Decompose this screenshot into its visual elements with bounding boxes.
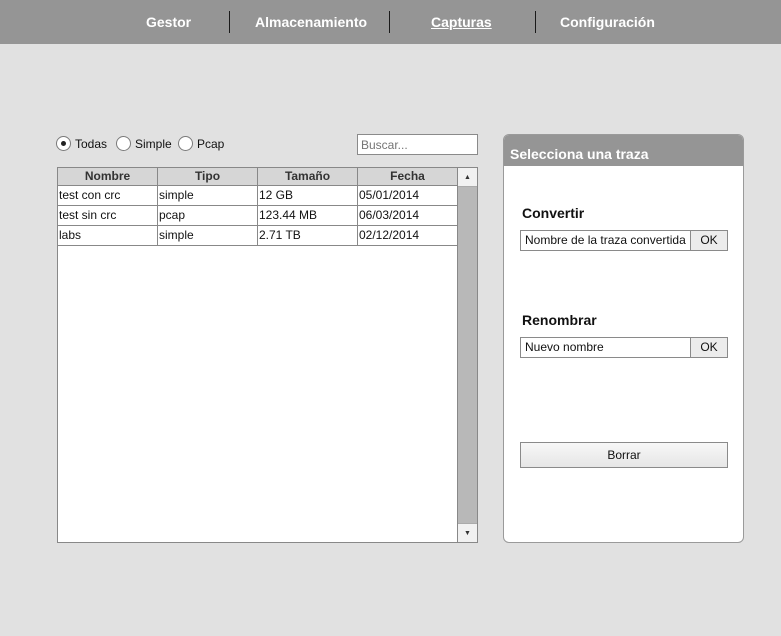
scroll-down-icon[interactable]: ▼ — [458, 523, 477, 542]
cell-tamano: 123.44 MB — [258, 206, 358, 225]
convert-title: Convertir — [522, 205, 585, 221]
nav-separator — [535, 11, 536, 33]
rename-title: Renombrar — [522, 312, 597, 328]
column-header-tamano[interactable]: Tamaño — [258, 168, 358, 185]
nav-item-almacenamiento[interactable]: Almacenamiento — [255, 14, 367, 30]
scroll-up-icon[interactable]: ▲ — [458, 168, 477, 187]
cell-nombre: labs — [58, 226, 158, 245]
radio-label: Todas — [75, 136, 108, 151]
cell-tipo: pcap — [158, 206, 258, 225]
nav-item-gestor[interactable]: Gestor — [146, 14, 191, 30]
cell-tamano: 2.71 TB — [258, 226, 358, 245]
trace-actions-panel: Selecciona una traza Convertir Nombre de… — [503, 134, 744, 543]
cell-nombre: test sin crc — [58, 206, 158, 225]
table-row[interactable]: labs simple 2.71 TB 02/12/2014 — [58, 226, 458, 246]
table-scrollbar[interactable]: ▲ ▼ — [457, 168, 477, 542]
new-name-field[interactable]: Nuevo nombre — [520, 337, 691, 358]
radio-pcap[interactable]: Pcap — [178, 136, 224, 151]
radio-label: Pcap — [197, 136, 225, 151]
radio-checked-icon[interactable] — [56, 136, 71, 151]
nav-separator — [389, 11, 390, 33]
nav-item-capturas[interactable]: Capturas — [431, 14, 492, 30]
radio-unchecked-icon[interactable] — [116, 136, 131, 151]
table-row[interactable]: test con crc simple 12 GB 05/01/2014 — [58, 186, 458, 206]
scroll-thumb[interactable] — [458, 187, 477, 523]
radio-simple[interactable]: Simple — [116, 136, 172, 151]
cell-fecha: 06/03/2014 — [358, 206, 458, 225]
cell-tipo: simple — [158, 186, 258, 205]
cell-tipo: simple — [158, 226, 258, 245]
nav-separator — [229, 11, 230, 33]
radio-label: Simple — [135, 136, 172, 151]
table-header: Nombre Tipo Tamaño Fecha — [58, 168, 458, 186]
radio-todas[interactable]: Todas — [56, 136, 107, 151]
converted-name-field[interactable]: Nombre de la traza convertida — [520, 230, 691, 251]
column-header-tipo[interactable]: Tipo — [158, 168, 258, 185]
table-row[interactable]: test sin crc pcap 123.44 MB 06/03/2014 — [58, 206, 458, 226]
search-input[interactable] — [357, 134, 478, 155]
panel-title: Selecciona una traza — [504, 135, 743, 166]
rename-ok-button[interactable]: OK — [690, 337, 728, 358]
convert-ok-button[interactable]: OK — [690, 230, 728, 251]
captures-table: Nombre Tipo Tamaño Fecha test con crc si… — [57, 167, 478, 543]
radio-unchecked-icon[interactable] — [178, 136, 193, 151]
column-header-nombre[interactable]: Nombre — [58, 168, 158, 185]
column-header-fecha[interactable]: Fecha — [358, 168, 458, 185]
top-nav: Gestor Almacenamiento Capturas Configura… — [0, 0, 781, 44]
delete-button[interactable]: Borrar — [520, 442, 728, 468]
cell-fecha: 05/01/2014 — [358, 186, 458, 205]
cell-nombre: test con crc — [58, 186, 158, 205]
cell-tamano: 12 GB — [258, 186, 358, 205]
nav-item-configuracion[interactable]: Configuración — [560, 14, 655, 30]
cell-fecha: 02/12/2014 — [358, 226, 458, 245]
